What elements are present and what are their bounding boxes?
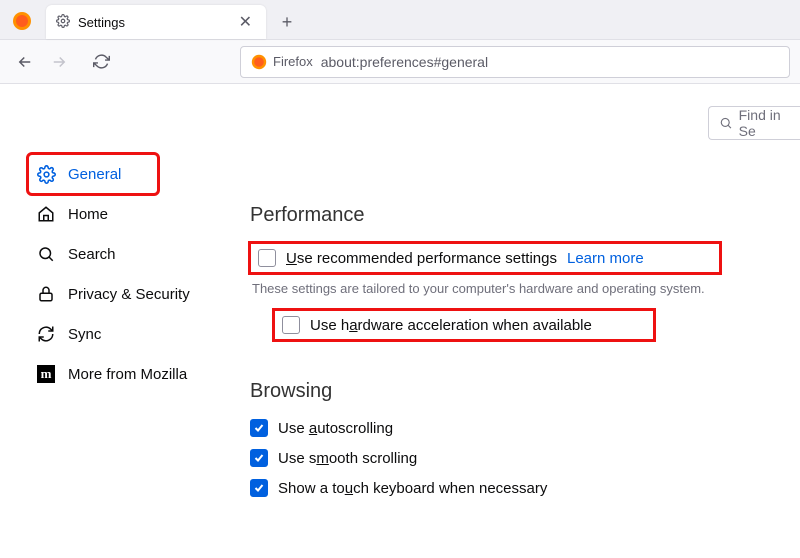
- reload-button[interactable]: [86, 47, 116, 77]
- gear-icon: [56, 14, 70, 31]
- checkbox-touch-keyboard[interactable]: [250, 479, 268, 497]
- sidebar-item-general[interactable]: General: [28, 154, 158, 194]
- section-title-browsing: Browsing: [250, 380, 800, 403]
- row-touch-keyboard: Show a touch keyboard when necessary: [250, 479, 800, 497]
- sidebar-item-home[interactable]: Home: [36, 194, 230, 234]
- sidebar-item-label: General: [68, 166, 121, 183]
- row-smooth-scrolling: Use smooth scrolling: [250, 449, 800, 467]
- sidebar-item-label: Search: [68, 246, 116, 263]
- checkbox-label: Use autoscrolling: [278, 420, 393, 437]
- new-tab-button[interactable]: +: [272, 7, 302, 37]
- learn-more-link[interactable]: Learn more: [567, 250, 644, 267]
- find-placeholder: Find in Se: [739, 107, 800, 139]
- gear-icon: [36, 165, 56, 184]
- search-icon: [36, 245, 56, 263]
- sidebar-item-more-mozilla[interactable]: m More from Mozilla: [36, 354, 230, 394]
- checkbox-autoscrolling[interactable]: [250, 419, 268, 437]
- settings-sidebar: General Home Search Privacy & Security S…: [0, 84, 230, 558]
- performance-hint: These settings are tailored to your comp…: [252, 281, 800, 296]
- firefox-app-icon: [8, 7, 36, 35]
- find-in-settings-input[interactable]: Find in Se: [708, 106, 800, 140]
- content-area: Find in Se General Home Search Privacy &…: [0, 84, 800, 558]
- search-icon: [719, 116, 733, 130]
- checkbox-smooth-scrolling[interactable]: [250, 449, 268, 467]
- tab-title: Settings: [78, 15, 235, 30]
- sync-icon: [36, 325, 56, 343]
- toolbar: Firefox about:preferences#general: [0, 40, 800, 84]
- checkbox-label: Use smooth scrolling: [278, 450, 417, 467]
- lock-icon: [36, 285, 56, 303]
- row-recommended-performance: Use recommended performance settings Lea…: [250, 243, 720, 273]
- close-tab-button[interactable]: ✕: [235, 12, 256, 32]
- checkbox-label: Show a touch keyboard when necessary: [278, 480, 547, 497]
- mozilla-icon: m: [36, 365, 56, 383]
- browser-tab[interactable]: Settings ✕: [46, 5, 266, 39]
- settings-main-panel: Performance Use recommended performance …: [230, 84, 800, 558]
- checkbox-label: Use hardware acceleration when available: [310, 317, 592, 334]
- tab-bar: Settings ✕ +: [0, 0, 800, 40]
- sidebar-item-search[interactable]: Search: [36, 234, 230, 274]
- url-bar[interactable]: Firefox about:preferences#general: [240, 46, 790, 78]
- home-icon: [36, 205, 56, 223]
- checkbox-hardware-acceleration[interactable]: [282, 316, 300, 334]
- back-button[interactable]: [10, 47, 40, 77]
- sidebar-item-label: More from Mozilla: [68, 366, 187, 383]
- checkbox-label: Use recommended performance settings: [286, 250, 557, 267]
- row-autoscrolling: Use autoscrolling: [250, 419, 800, 437]
- url-text: about:preferences#general: [321, 54, 488, 70]
- sidebar-item-sync[interactable]: Sync: [36, 314, 230, 354]
- section-title-performance: Performance: [250, 204, 800, 227]
- identity-label: Firefox: [273, 54, 313, 69]
- identity-box[interactable]: Firefox: [251, 54, 313, 70]
- forward-button[interactable]: [44, 47, 74, 77]
- row-hardware-acceleration: Use hardware acceleration when available: [274, 310, 654, 340]
- sidebar-item-label: Home: [68, 206, 108, 223]
- checkbox-recommended-performance[interactable]: [258, 249, 276, 267]
- sidebar-item-label: Privacy & Security: [68, 286, 190, 303]
- sidebar-item-label: Sync: [68, 326, 101, 343]
- sidebar-item-privacy[interactable]: Privacy & Security: [36, 274, 230, 314]
